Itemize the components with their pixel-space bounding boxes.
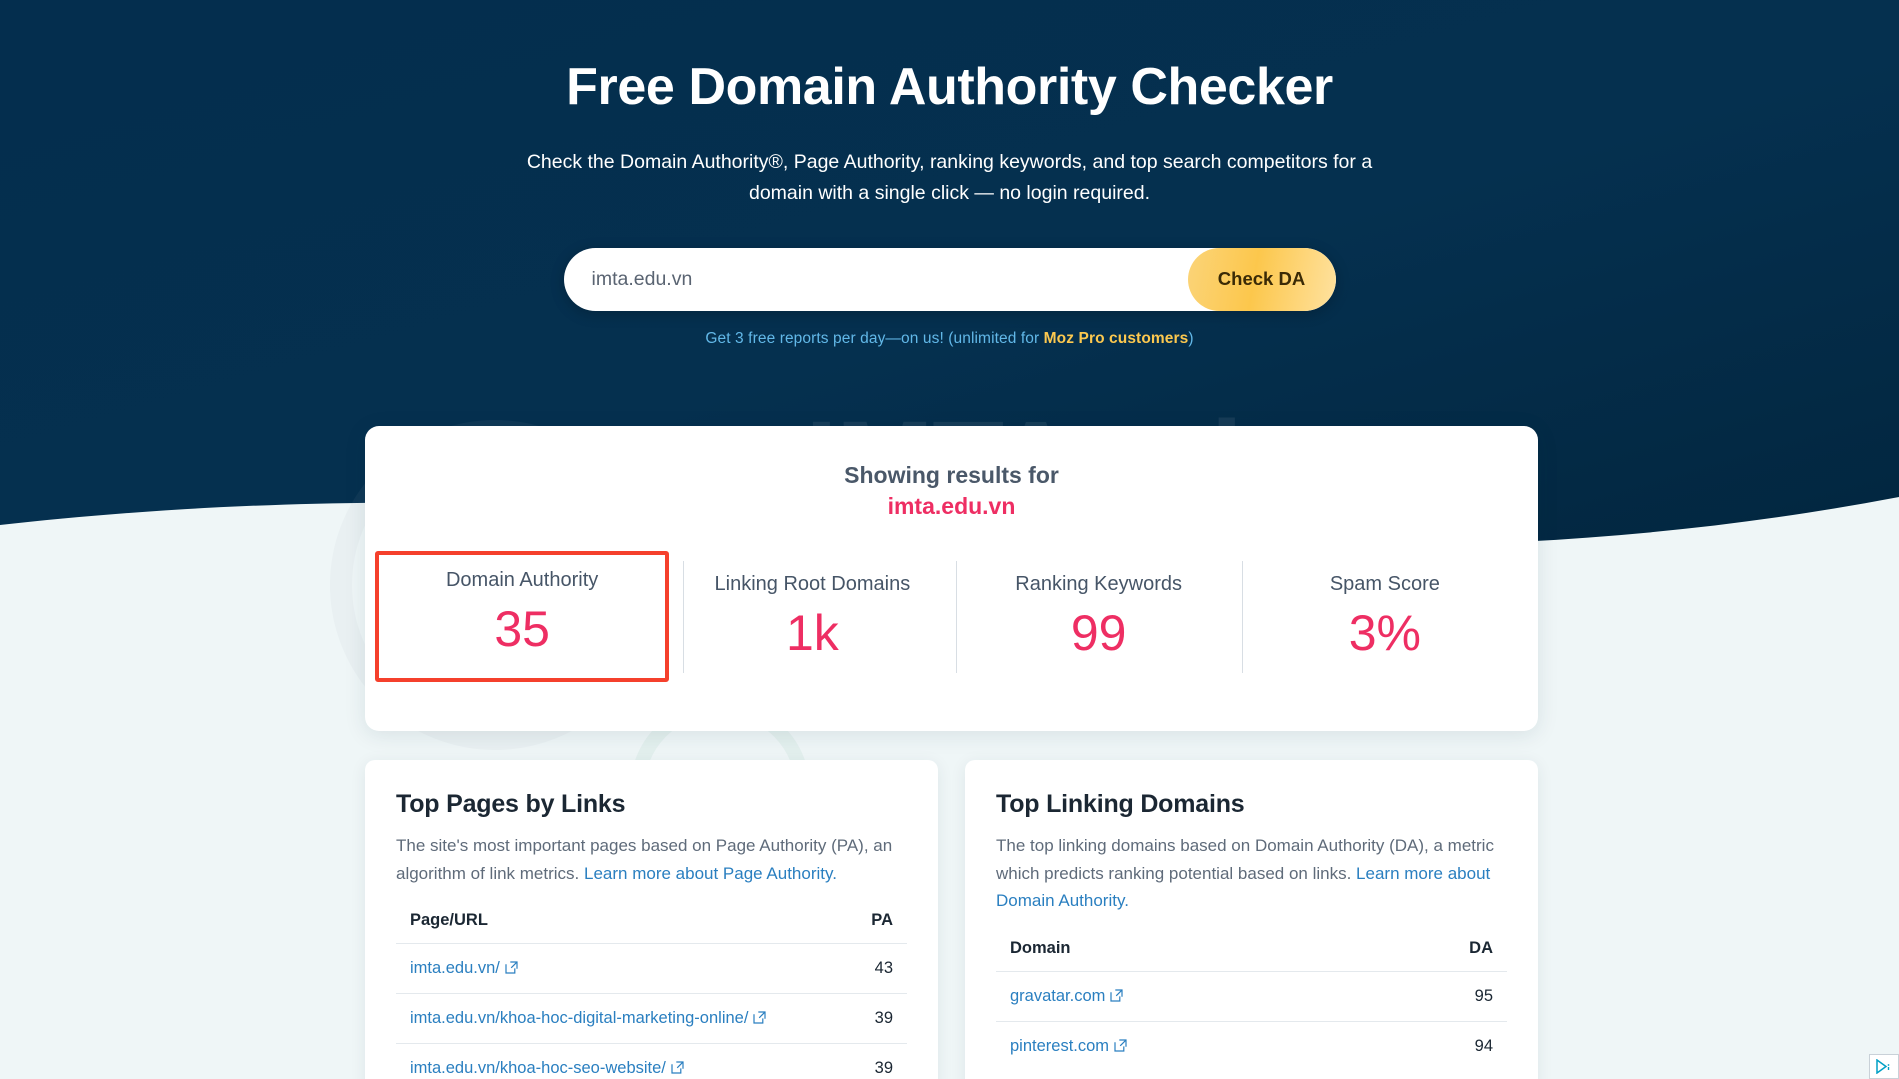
top-pages-table: Page/URL PA imta.edu.vn/ 43 imta.edu.vn/… [396, 911, 907, 1079]
pa-value-cell: 43 [862, 943, 907, 994]
pa-value-cell: 39 [862, 1043, 907, 1079]
metrics-row: Domain Authority 35 Linking Root Domains… [365, 550, 1538, 682]
external-link-icon [1110, 988, 1123, 1002]
panel-description: The site's most important pages based on… [396, 832, 907, 887]
results-card: Showing results for imta.edu.vn Domain A… [365, 426, 1538, 731]
domain-search-bar[interactable]: Check DA [563, 247, 1336, 311]
showing-results-label: Showing results for [844, 462, 1059, 488]
adchoices-icon [1876, 1059, 1890, 1074]
domain-cell: pinterest.com [996, 1020, 1393, 1071]
detail-panels: Top Pages by Links The site's most impor… [365, 760, 1538, 1079]
page-url-cell: imta.edu.vn/ [396, 943, 863, 994]
metric-value: 3% [1348, 604, 1421, 661]
metric-value: 35 [494, 600, 550, 657]
column-header-da: DA [1469, 938, 1493, 957]
table-row: pinterest.com 94 [996, 1020, 1507, 1071]
free-reports-suffix: ) [1188, 329, 1194, 347]
domain-cell: gravatar.com [996, 970, 1393, 1022]
moz-pro-link[interactable]: Moz Pro customers [1044, 330, 1189, 347]
da-value-cell: 94 [1392, 1020, 1507, 1071]
metric-value: 99 [1070, 604, 1127, 661]
panel-title: Top Linking Domains [996, 790, 1245, 818]
external-link-icon [753, 1011, 767, 1024]
da-value-cell: 95 [1392, 970, 1507, 1022]
column-header-pa: PA [871, 911, 893, 930]
table-header-row: Page/URL PA [396, 911, 907, 944]
panel-title: Top Pages by Links [396, 790, 626, 818]
panel-top-pages-by-links: Top Pages by Links The site's most impor… [365, 760, 938, 1079]
learn-more-page-authority-link[interactable]: Learn more about Page Authority. [584, 864, 837, 883]
metric-label: Ranking Keywords [1015, 572, 1182, 595]
domain-link[interactable]: gravatar.com [1010, 987, 1105, 1005]
hero-subtitle: Check the Domain Authority®, Page Author… [526, 150, 1373, 205]
domain-link[interactable]: pinterest.com [1010, 1037, 1109, 1055]
column-header-page-url: Page/URL [410, 911, 488, 930]
metric-spam-score[interactable]: Spam Score 3% [1241, 555, 1528, 678]
panel-description: The top linking domains based on Domain … [996, 832, 1507, 915]
table-header-row: Domain DA [996, 939, 1507, 972]
page-url-link[interactable]: imta.edu.vn/khoa-hoc-digital-marketing-o… [410, 1009, 748, 1027]
metric-linking-root-domains[interactable]: Linking Root Domains 1k [669, 555, 955, 678]
metric-domain-authority[interactable]: Domain Authority 35 [375, 550, 670, 682]
adchoices-badge[interactable] [1869, 1054, 1899, 1079]
panel-top-linking-domains: Top Linking Domains The top linking doma… [965, 760, 1538, 1079]
free-reports-note: Get 3 free reports per day—on us! (unlim… [0, 330, 1899, 348]
table-row: imta.edu.vn/khoa-hoc-seo-website/ 39 [396, 1043, 907, 1079]
free-reports-prefix: Get 3 free reports per day—on us! (unlim… [705, 329, 1044, 347]
check-da-button[interactable]: Check DA [1187, 247, 1336, 311]
external-link-icon [505, 961, 518, 974]
page-url-link[interactable]: imta.edu.vn/khoa-hoc-seo-website/ [410, 1059, 666, 1077]
external-link-icon [671, 1061, 684, 1074]
top-linking-domains-table: Domain DA gravatar.com 95 pinterest.com … [996, 939, 1507, 1071]
metric-ranking-keywords[interactable]: Ranking Keywords 99 [955, 555, 1242, 678]
table-row: imta.edu.vn/khoa-hoc-digital-marketing-o… [396, 993, 907, 1044]
pa-value-cell: 39 [862, 993, 907, 1044]
column-header-domain: Domain [1010, 938, 1071, 957]
metric-value: 1k [785, 604, 839, 661]
metric-label: Domain Authority [445, 568, 599, 591]
external-link-icon [1114, 1038, 1127, 1052]
page-url-link[interactable]: imta.edu.vn/ [410, 959, 500, 977]
page-url-cell: imta.edu.vn/khoa-hoc-seo-website/ [396, 1043, 863, 1079]
metric-label: Linking Root Domains [714, 572, 911, 595]
search-input[interactable] [563, 247, 1188, 311]
metric-label: Spam Score [1329, 572, 1440, 595]
table-row: gravatar.com 95 [996, 970, 1507, 1022]
page-url-cell: imta.edu.vn/khoa-hoc-digital-marketing-o… [396, 993, 863, 1044]
page-title: Free Domain Authority Checker [566, 58, 1333, 116]
table-row: imta.edu.vn/ 43 [396, 943, 907, 994]
showing-results-domain: imta.edu.vn [887, 492, 1016, 519]
